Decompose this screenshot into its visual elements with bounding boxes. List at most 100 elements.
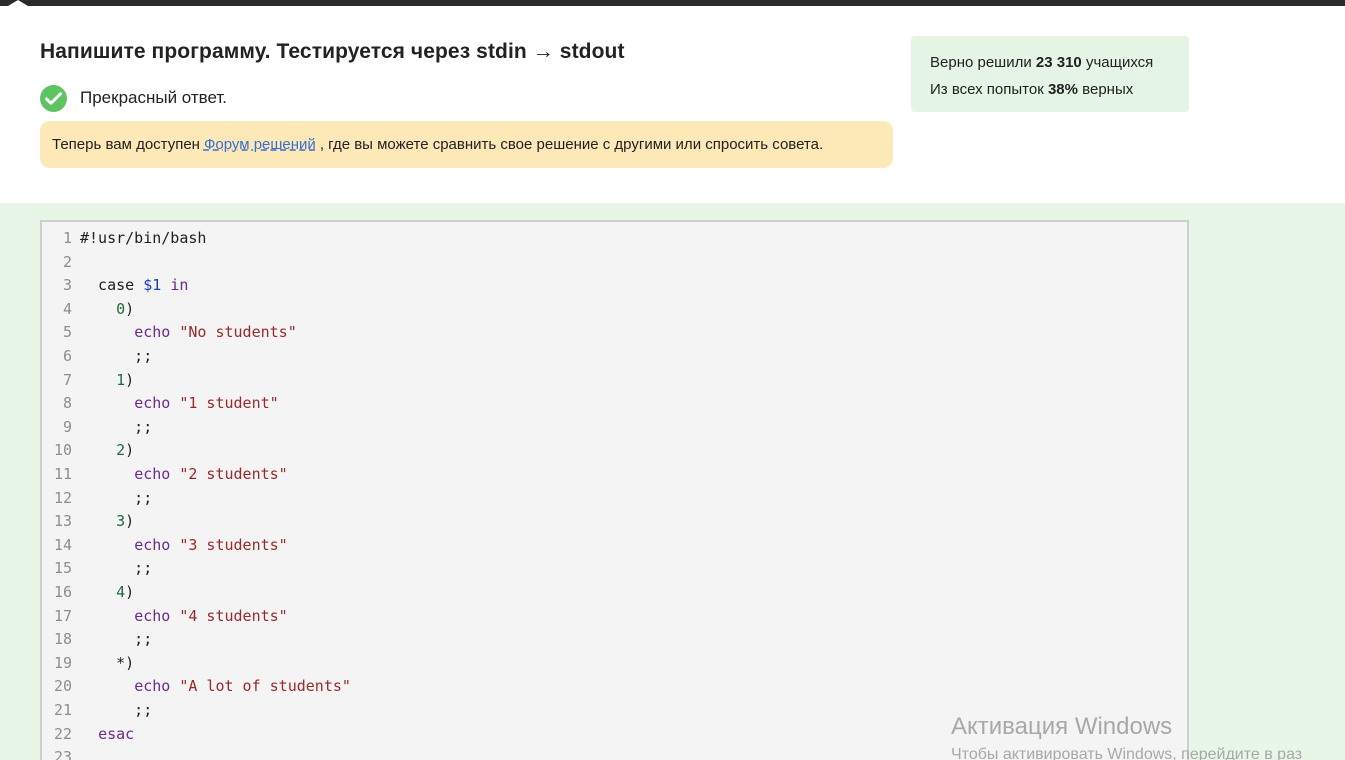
line-code: ;; [80, 347, 152, 365]
code-line[interactable]: 14 echo "3 students" [42, 533, 1182, 557]
code-line[interactable]: 2 [42, 250, 1182, 274]
code-token: ) [125, 583, 135, 601]
line-code: echo "2 students" [80, 465, 288, 483]
code-token: ;; [80, 488, 153, 507]
code-line[interactable]: 5 echo "No students" [42, 320, 1182, 344]
line-code: 1) [80, 371, 134, 389]
line-number: 11 [53, 465, 72, 483]
code-token: $1 [143, 276, 162, 295]
code-line[interactable]: 4 0) [42, 297, 1182, 321]
line-number: 3 [62, 276, 72, 295]
line-code: 4) [80, 583, 134, 601]
code-token: echo [134, 465, 171, 483]
line-code: esac [80, 725, 134, 743]
forum-notice-text-after: , где вы можете сравнить свое решение с … [319, 136, 824, 153]
code-token: 4 [116, 583, 126, 601]
line-code: 2) [80, 441, 134, 459]
code-token: echo [134, 394, 171, 413]
solved-count: 23 310 [1035, 54, 1082, 71]
code-line[interactable]: 9 ;; [42, 415, 1182, 439]
line-code: echo "A lot of students" [80, 677, 351, 695]
code-line[interactable]: 17 echo "4 students" [42, 604, 1182, 628]
line-code: ;; [80, 559, 152, 577]
code-line[interactable]: 12 ;; [42, 486, 1182, 510]
line-code: echo "No students" [80, 323, 297, 341]
code-token: "4 students" [179, 606, 288, 625]
code-line[interactable]: 19 *) [42, 651, 1182, 675]
line-number: 22 [53, 724, 72, 743]
code-token: "3 students" [179, 535, 288, 554]
code-token: ) [125, 441, 135, 460]
solved-suffix: учащихся [1085, 54, 1154, 71]
code-token: echo [134, 535, 171, 554]
line-code: echo "1 student" [80, 394, 279, 412]
attempts-stat: Из всех попыток 38% верных [930, 76, 1189, 103]
code-token: "No students" [179, 323, 297, 342]
result-status: Прекрасный ответ. [40, 84, 227, 112]
code-line[interactable]: 8 echo "1 student" [42, 391, 1182, 415]
code-editor[interactable]: 1 #!usr/bin/bash 2 3 case $1 in 4 0) 5 echo "… [40, 220, 1189, 760]
code-token: ;; [80, 559, 153, 578]
code-token: ) [125, 370, 135, 389]
line-code: ;; [80, 630, 152, 648]
code-line[interactable]: 6 ;; [42, 344, 1182, 368]
code-token: esac [98, 724, 135, 743]
line-code: case $1 in [80, 276, 188, 294]
line-code: #!usr/bin/bash [80, 229, 206, 247]
windows-activation-subtitle: Чтобы активировать Windows, перейдите в … [951, 746, 1303, 760]
code-token: echo [134, 323, 171, 342]
line-code: *) [80, 654, 134, 672]
code-token: 2 [116, 441, 126, 460]
line-code: ;; [80, 701, 152, 719]
code-token: echo [134, 677, 171, 696]
line-number: 19 [53, 653, 72, 672]
attempts-prefix: Из всех попыток [930, 81, 1044, 98]
line-code: ;; [80, 489, 152, 507]
code-token: case [80, 276, 144, 295]
code-line[interactable]: 15 ;; [42, 556, 1182, 580]
editor-section: 1 #!usr/bin/bash 2 3 case $1 in 4 0) 5 echo "… [0, 203, 1345, 760]
solved-prefix: Верно решили [930, 54, 1032, 71]
code-token: #!usr/bin/bash [80, 229, 207, 247]
line-number: 1 [62, 229, 72, 247]
line-number: 4 [62, 299, 72, 318]
code-token: ) [125, 512, 135, 531]
code-line[interactable]: 11 echo "2 students" [42, 462, 1182, 486]
line-number: 5 [62, 323, 72, 342]
line-number: 16 [53, 583, 72, 601]
code-line[interactable]: 10 2) [42, 438, 1182, 462]
line-code: echo "3 students" [80, 536, 288, 554]
windows-activation-title: Активация Windows [951, 713, 1173, 740]
code-token: ;; [80, 701, 153, 719]
code-token: "1 student" [179, 394, 279, 413]
code-line[interactable]: 20 echo "A lot of students" [42, 674, 1182, 698]
line-code: 0) [80, 300, 134, 318]
attempts-suffix: верных [1082, 81, 1134, 98]
code-line[interactable]: 16 4) [42, 580, 1182, 604]
line-code: ;; [80, 418, 152, 436]
code-line[interactable]: 1 #!usr/bin/bash [42, 226, 1182, 250]
task-title: Напишите программу. Тестируется через st… [40, 40, 625, 63]
code-token: 1 [116, 370, 126, 389]
line-number: 6 [62, 347, 72, 365]
line-number: 18 [53, 630, 72, 649]
forum-link[interactable]: Форум решений [204, 136, 316, 153]
code-token: 3 [116, 512, 126, 531]
code-line[interactable]: 7 1) [42, 368, 1182, 392]
code-line[interactable]: 3 case $1 in [42, 273, 1182, 297]
code-line[interactable]: 13 3) [42, 509, 1182, 533]
line-number: 13 [53, 512, 72, 531]
code-line[interactable]: 18 ;; [42, 627, 1182, 651]
line-code: echo "4 students" [80, 607, 288, 625]
line-number: 23 [53, 748, 72, 760]
